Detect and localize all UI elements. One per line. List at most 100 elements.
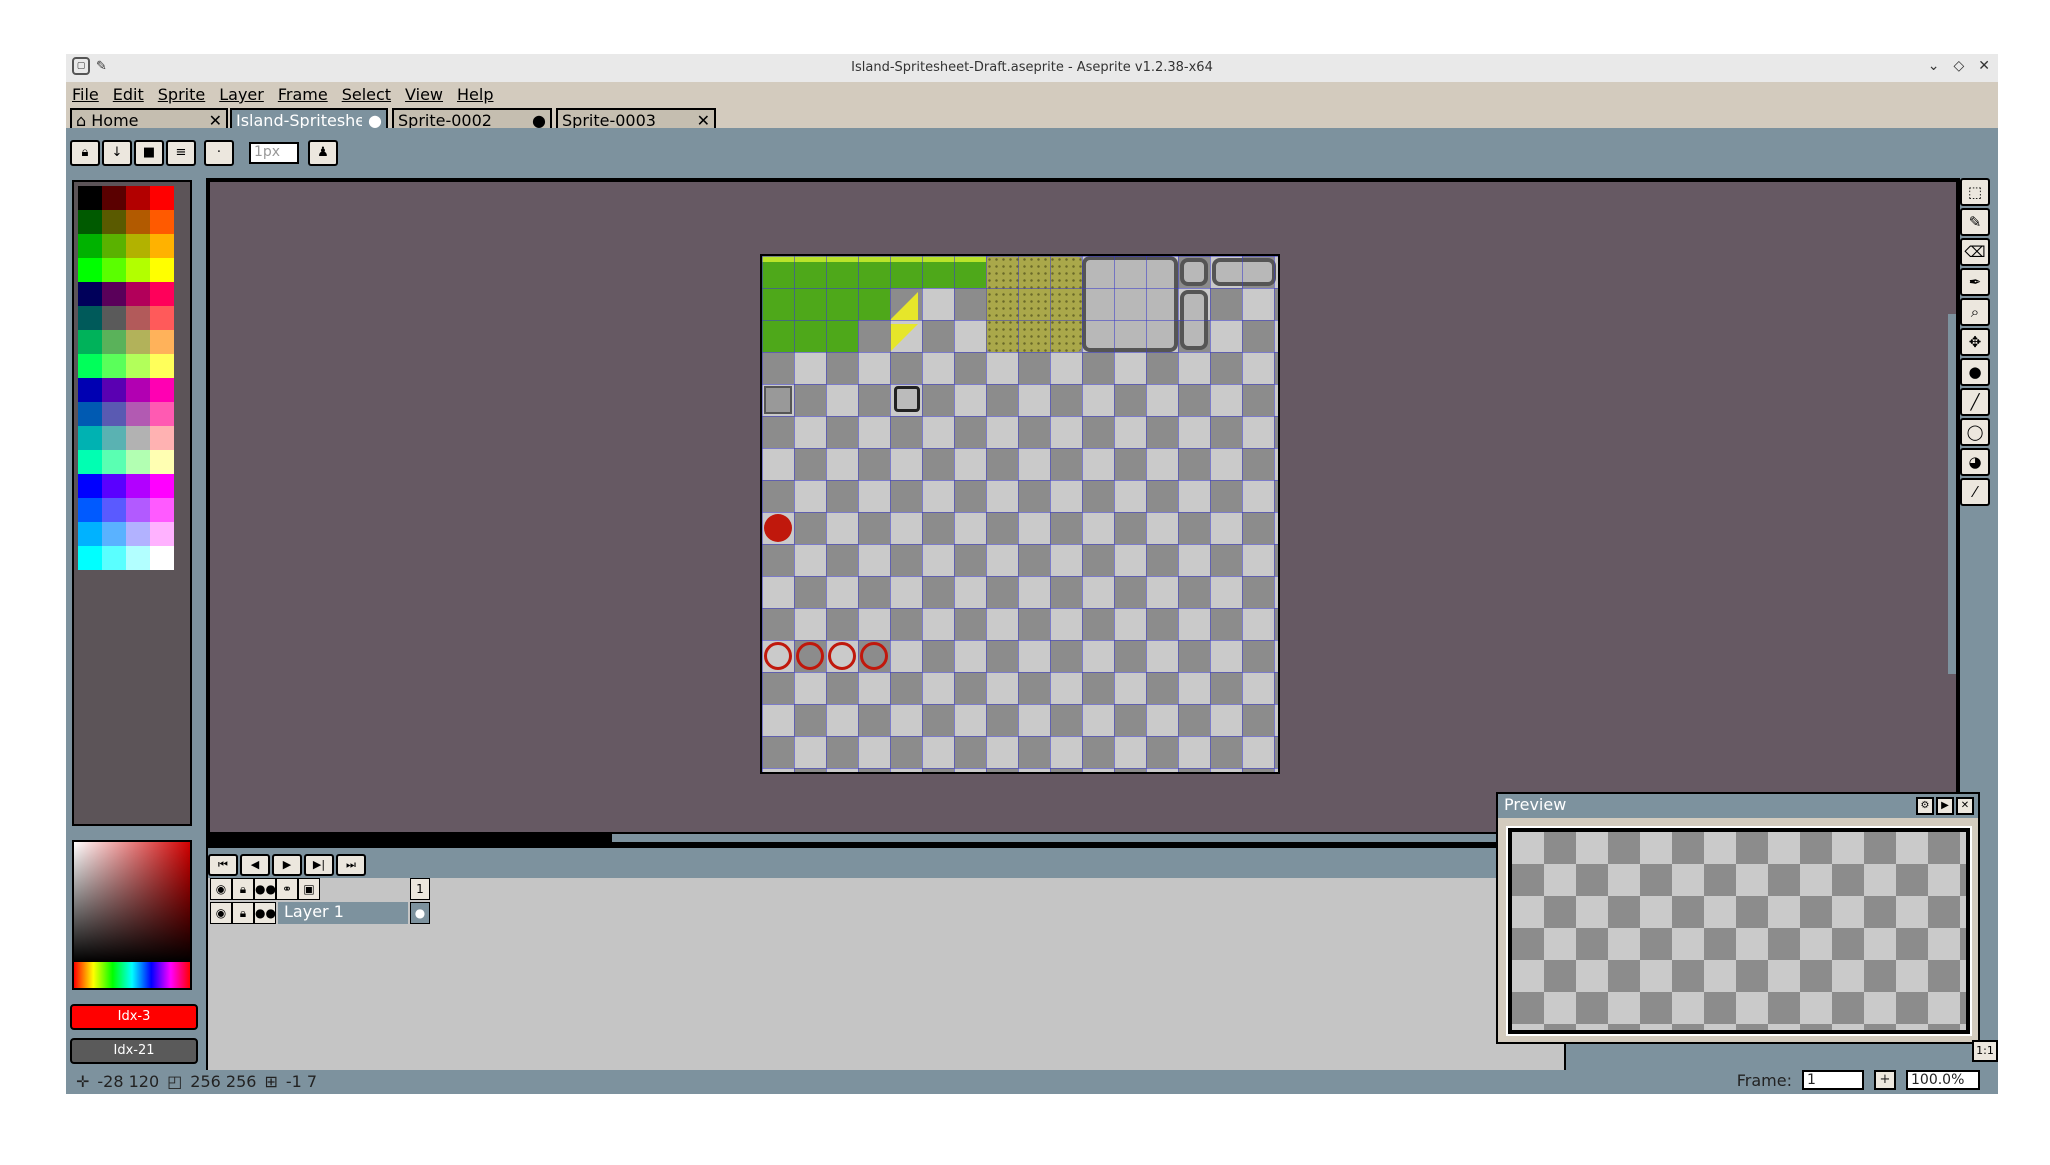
link-icon[interactable]: ⚭ <box>276 878 298 900</box>
color-picker[interactable] <box>72 840 192 990</box>
dot-icon[interactable]: · <box>204 140 234 166</box>
palette-swatch[interactable] <box>126 210 150 234</box>
eye-icon[interactable]: ◉ <box>210 878 232 900</box>
last-frame-icon[interactable]: ⏭ <box>336 854 366 876</box>
palette-swatch[interactable] <box>150 258 174 282</box>
cel-icon[interactable]: ● <box>410 902 430 924</box>
tab-sprite-0002[interactable]: Sprite-0002 ● <box>392 108 552 130</box>
palette-swatch[interactable] <box>78 354 102 378</box>
tab-island-spritesheet[interactable]: Island-Spritesheet-Draft ● <box>230 108 388 130</box>
palette-swatch[interactable] <box>102 450 126 474</box>
ink-icon[interactable]: ♟ <box>308 140 338 166</box>
palette-swatch[interactable] <box>126 354 150 378</box>
palette-swatch[interactable] <box>102 306 126 330</box>
marquee-icon[interactable]: ⬚ <box>1960 178 1990 206</box>
palette-swatch[interactable] <box>150 354 174 378</box>
brush-size-input[interactable]: 1px <box>249 142 299 164</box>
palette-swatch[interactable] <box>78 426 102 450</box>
palette-swatch[interactable] <box>102 522 126 546</box>
palette-swatch[interactable] <box>150 522 174 546</box>
palette-swatch[interactable] <box>102 282 126 306</box>
onion-skin-icon[interactable]: ▣ <box>298 878 320 900</box>
next-frame-icon[interactable]: ▶| <box>304 854 334 876</box>
menu-select[interactable]: Select <box>336 82 399 106</box>
zoom-reset-button[interactable]: 1:1 <box>1972 1040 1998 1062</box>
palette-swatch[interactable] <box>126 522 150 546</box>
foreground-color-button[interactable]: Idx-3 <box>70 1004 198 1030</box>
palette-swatch[interactable] <box>102 378 126 402</box>
menu-edit[interactable]: Edit <box>107 82 152 106</box>
tab-home[interactable]: ⌂ Home ✕ <box>70 108 228 130</box>
zoom-icon[interactable]: ⌕ <box>1960 298 1990 326</box>
play-icon[interactable]: ▶ <box>1936 797 1954 815</box>
palette-swatch[interactable] <box>150 306 174 330</box>
layer-name[interactable]: Layer 1 <box>278 902 408 924</box>
palette-swatch[interactable] <box>126 498 150 522</box>
palette-swatch[interactable] <box>78 210 102 234</box>
palette-swatch[interactable] <box>102 426 126 450</box>
palette-swatch[interactable] <box>126 258 150 282</box>
palette-swatch[interactable] <box>78 402 102 426</box>
palette-swatch[interactable] <box>126 378 150 402</box>
continuous-icon[interactable]: ●● <box>254 878 276 900</box>
menu-view[interactable]: View <box>399 82 451 106</box>
close-icon[interactable]: ✕ <box>1956 797 1974 815</box>
palette-swatch[interactable] <box>78 474 102 498</box>
palette-swatch[interactable] <box>126 450 150 474</box>
zoom-input[interactable]: 100.0% <box>1906 1070 1980 1090</box>
palette-swatch[interactable] <box>150 282 174 306</box>
modified-dot-icon[interactable]: ● <box>532 111 546 130</box>
palette-swatch[interactable] <box>102 234 126 258</box>
palette-swatch[interactable] <box>78 522 102 546</box>
new-frame-icon[interactable]: + <box>1874 1070 1896 1090</box>
palette-swatch[interactable] <box>102 354 126 378</box>
palette-swatch[interactable] <box>102 330 126 354</box>
previous-frame-icon[interactable]: ◀ <box>240 854 270 876</box>
canvas-area[interactable] <box>210 182 1956 832</box>
palette-swatch[interactable] <box>78 306 102 330</box>
continuous-icon[interactable]: ●● <box>254 902 276 924</box>
minimize-button[interactable]: ⌄ <box>1928 58 1940 74</box>
menu-frame[interactable]: Frame <box>272 82 336 106</box>
palette-swatch[interactable] <box>102 186 126 210</box>
frame-header[interactable]: 1 <box>410 878 430 900</box>
palette-swatch[interactable] <box>150 450 174 474</box>
pencil-icon[interactable]: ✎ <box>1960 208 1990 236</box>
down-arrow-icon[interactable]: ↓ <box>102 140 132 166</box>
palette-swatch[interactable] <box>102 474 126 498</box>
close-tab-icon[interactable]: ✕ <box>697 111 710 130</box>
palette-swatch[interactable] <box>102 546 126 570</box>
palette-swatch[interactable] <box>126 474 150 498</box>
fill-icon[interactable]: ● <box>1960 358 1990 386</box>
menu-sprite[interactable]: Sprite <box>152 82 213 106</box>
palette-swatch[interactable] <box>78 498 102 522</box>
palette-swatch[interactable] <box>126 234 150 258</box>
lock-icon[interactable]: 🔒︎ <box>232 902 254 924</box>
palette-swatch[interactable] <box>150 474 174 498</box>
line-icon[interactable]: ╱ <box>1960 388 1990 416</box>
vertical-scrollbar[interactable] <box>1948 314 1956 674</box>
palette-swatch[interactable] <box>102 210 126 234</box>
palette-swatch[interactable] <box>78 186 102 210</box>
palette-swatch[interactable] <box>150 426 174 450</box>
blur-icon[interactable]: ⁄ <box>1960 478 1990 506</box>
ellipse-icon[interactable]: ◯ <box>1960 418 1990 446</box>
palette-swatch[interactable] <box>78 282 102 306</box>
eraser-icon[interactable]: ⌫ <box>1960 238 1990 266</box>
frame-input[interactable]: 1 <box>1802 1070 1864 1090</box>
contour-icon[interactable]: ◕ <box>1960 448 1990 476</box>
palette-swatch[interactable] <box>150 330 174 354</box>
modified-dot-icon[interactable]: ● <box>368 111 382 130</box>
palette-swatch[interactable] <box>126 546 150 570</box>
tab-sprite-0003[interactable]: Sprite-0003 ✕ <box>556 108 716 130</box>
layer-row[interactable]: ◉ 🔒︎ ●● Layer 1 ● <box>210 902 440 924</box>
settings-icon[interactable]: ⚙ <box>1916 797 1934 815</box>
palette-swatch[interactable] <box>102 258 126 282</box>
palette-swatch[interactable] <box>102 498 126 522</box>
palette-swatch[interactable] <box>126 402 150 426</box>
lock-icon[interactable]: 🔒︎ <box>70 140 100 166</box>
menu-file[interactable]: File <box>66 82 107 106</box>
menu-icon[interactable]: ≡ <box>166 140 196 166</box>
move-icon[interactable]: ✥ <box>1960 328 1990 356</box>
saturation-box[interactable] <box>74 842 190 962</box>
